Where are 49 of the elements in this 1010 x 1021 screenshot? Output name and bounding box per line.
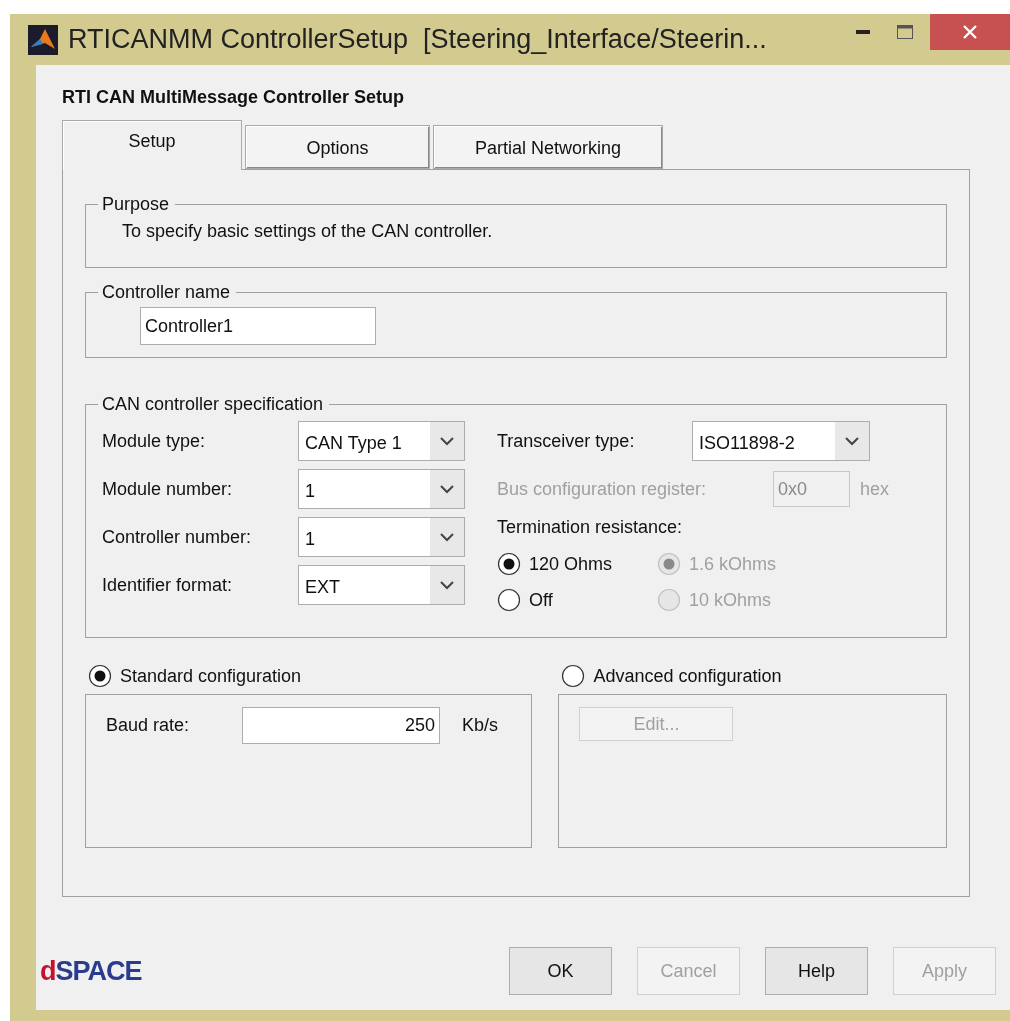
unit-label: hex bbox=[860, 478, 890, 500]
radio-button[interactable] bbox=[497, 552, 521, 576]
radio-label: Advanced configuration bbox=[593, 665, 782, 687]
dropdown[interactable]: 1 bbox=[298, 469, 465, 509]
chevron-down-icon bbox=[430, 470, 464, 508]
radio-button[interactable] bbox=[88, 664, 112, 688]
dialog-heading: RTI CAN MultiMessage Controller Setup bbox=[62, 87, 406, 109]
chevron-down-icon bbox=[430, 518, 464, 556]
dropdown[interactable]: ISO11898-2 bbox=[692, 421, 870, 461]
chevron-down-icon bbox=[430, 566, 464, 604]
purpose-text: To specify basic settings of the CAN controller. bbox=[122, 221, 493, 242]
field-label: Module type: bbox=[102, 430, 207, 452]
app-logo-icon bbox=[28, 24, 58, 55]
close-button[interactable] bbox=[930, 14, 1010, 50]
radio-label: Off bbox=[529, 589, 553, 611]
dropdown[interactable]: CAN Type 1 bbox=[298, 421, 465, 461]
field-label: Controller number: bbox=[102, 526, 253, 548]
tab[interactable]: Partial Networking bbox=[433, 125, 663, 169]
group-title: Purpose bbox=[101, 194, 171, 215]
dialog-button[interactable]: OK bbox=[509, 947, 612, 995]
radio-label: 1.6 kOhms bbox=[689, 553, 777, 575]
maximize-icon bbox=[897, 25, 913, 39]
group-title: CAN controller specification bbox=[101, 394, 325, 415]
field-label: Termination resistance: bbox=[497, 517, 684, 538]
dropdown[interactable]: EXT bbox=[298, 565, 465, 605]
field-label: Bus configuration register: bbox=[497, 478, 708, 500]
field-label: Transceiver type: bbox=[497, 430, 636, 452]
close-icon bbox=[963, 25, 977, 39]
field-label: Identifier format: bbox=[102, 574, 234, 596]
dropdown[interactable]: 1 bbox=[298, 517, 465, 557]
dialog-button[interactable]: Help bbox=[765, 947, 868, 995]
chevron-down-icon bbox=[430, 422, 464, 460]
radio-button[interactable] bbox=[497, 588, 521, 612]
radio-button[interactable] bbox=[561, 664, 586, 688]
radio-label: 10 kOhms bbox=[689, 589, 772, 611]
tab[interactable]: Options bbox=[245, 125, 430, 169]
field-label: Module number: bbox=[102, 478, 234, 500]
controller-name-field[interactable]: Controller1 bbox=[140, 307, 376, 345]
field-label: Baud rate: bbox=[106, 715, 191, 736]
chevron-down-icon bbox=[835, 422, 869, 460]
group-title: Controller name bbox=[101, 282, 232, 303]
dspace-logo: dSPACE bbox=[40, 955, 142, 987]
tab[interactable]: Setup bbox=[62, 120, 242, 170]
unit-label: Kb/s bbox=[462, 715, 499, 736]
radio-label: Standard configuration bbox=[120, 665, 302, 687]
minimize-icon bbox=[856, 30, 870, 34]
radio-label: 120 Ohms bbox=[529, 553, 613, 575]
window-title: RTICANMM ControllerSetup [Steering_Interface/Steerin... bbox=[68, 24, 767, 55]
baud-rate-field[interactable]: 250 bbox=[242, 707, 440, 744]
